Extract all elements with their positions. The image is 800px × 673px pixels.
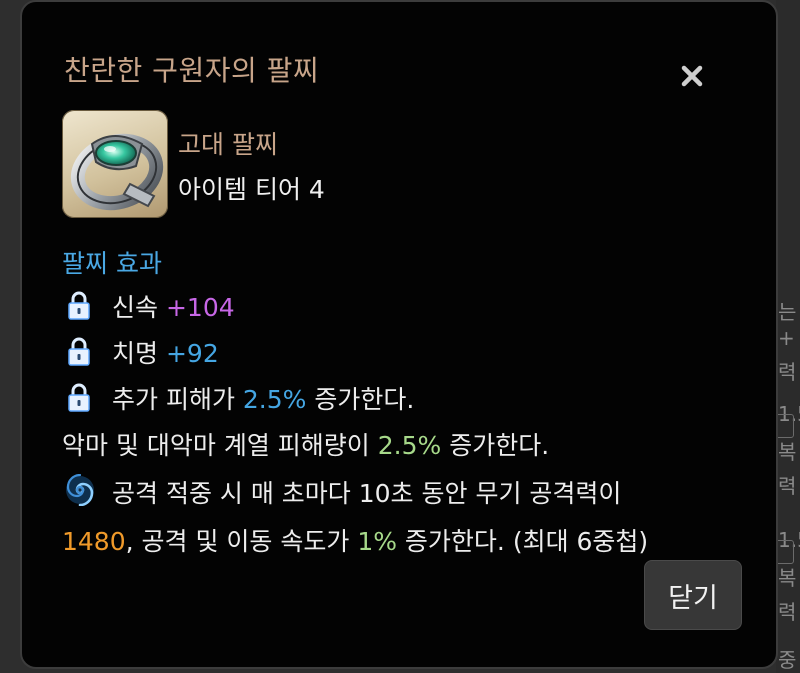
- item-grade: 고대 팔찌: [178, 130, 278, 159]
- effect-line-attack-buff: 공격 적중 시 매 초마다 10초 동안 무기 공격력이: [112, 474, 621, 510]
- background-text: 력: [778, 360, 797, 384]
- background-cell: [776, 414, 794, 438]
- background-cell: [776, 540, 794, 564]
- stat-label: 신속: [112, 293, 159, 322]
- effect-line-attack-buff-cont: 1480, 공격 및 이동 속도가 1% 증가한다. (최대 6중첩): [62, 522, 648, 558]
- lock-icon: [66, 336, 92, 368]
- lock-icon: [66, 382, 92, 414]
- lock-icon: [66, 290, 92, 322]
- item-tooltip-dialog: 찬란한 구원자의 팔찌 고대 팔찌 아이템 티어 4 팔찌 효과 신속 +104…: [20, 0, 778, 669]
- item-tier: 아이템 티어 4: [178, 175, 325, 204]
- stat-line-crit: 치명 +92: [112, 334, 219, 370]
- close-button[interactable]: [674, 60, 710, 96]
- effect-text: 추가 피해가: [112, 385, 243, 414]
- close-dialog-button[interactable]: 닫기: [644, 560, 742, 630]
- effect-text: 악마 및 대악마 계열 피해량이: [62, 431, 378, 460]
- effect-line-extra-damage: 추가 피해가 2.5% 증가한다.: [112, 380, 414, 416]
- background-panel: 는 + 력 1.5 복 력 1.5 복 력 중: [776, 0, 800, 673]
- spiral-icon: [64, 473, 96, 507]
- effect-value: 2.5%: [377, 431, 442, 460]
- effect-value: 1%: [357, 527, 397, 556]
- bracelet-item-icon: [62, 110, 168, 218]
- background-text: 복: [778, 440, 797, 464]
- stat-label: 치명: [112, 339, 159, 368]
- stat-value: +104: [165, 293, 235, 322]
- effect-line-demon-damage: 악마 및 대악마 계열 피해량이 2.5% 증가한다.: [62, 426, 549, 462]
- background-text: +: [778, 326, 795, 350]
- background-text: 력: [778, 474, 797, 498]
- effect-text: 증가한다.: [306, 385, 415, 414]
- stat-value: +92: [165, 339, 219, 368]
- background-text: 복: [778, 566, 797, 590]
- bracelet-effects-heading: 팔찌 효과: [62, 249, 162, 278]
- effect-text: 공격 적중 시 매 초마다 10초 동안 무기 공격력이: [112, 479, 622, 508]
- effect-text: 증가한다. (최대 6중첩): [396, 527, 649, 556]
- background-text: 는: [778, 300, 797, 324]
- background-text: 중: [778, 648, 797, 672]
- effect-text: , 공격 및 이동 속도가: [125, 527, 358, 556]
- background-text: 력: [778, 600, 797, 624]
- stat-line-swiftness: 신속 +104: [112, 288, 235, 324]
- effect-value: 2.5%: [242, 385, 307, 414]
- effect-value: 1480: [62, 527, 126, 556]
- close-icon: [680, 64, 704, 92]
- item-name-title: 찬란한 구원자의 팔찌: [64, 54, 320, 87]
- effect-text: 증가한다.: [441, 431, 550, 460]
